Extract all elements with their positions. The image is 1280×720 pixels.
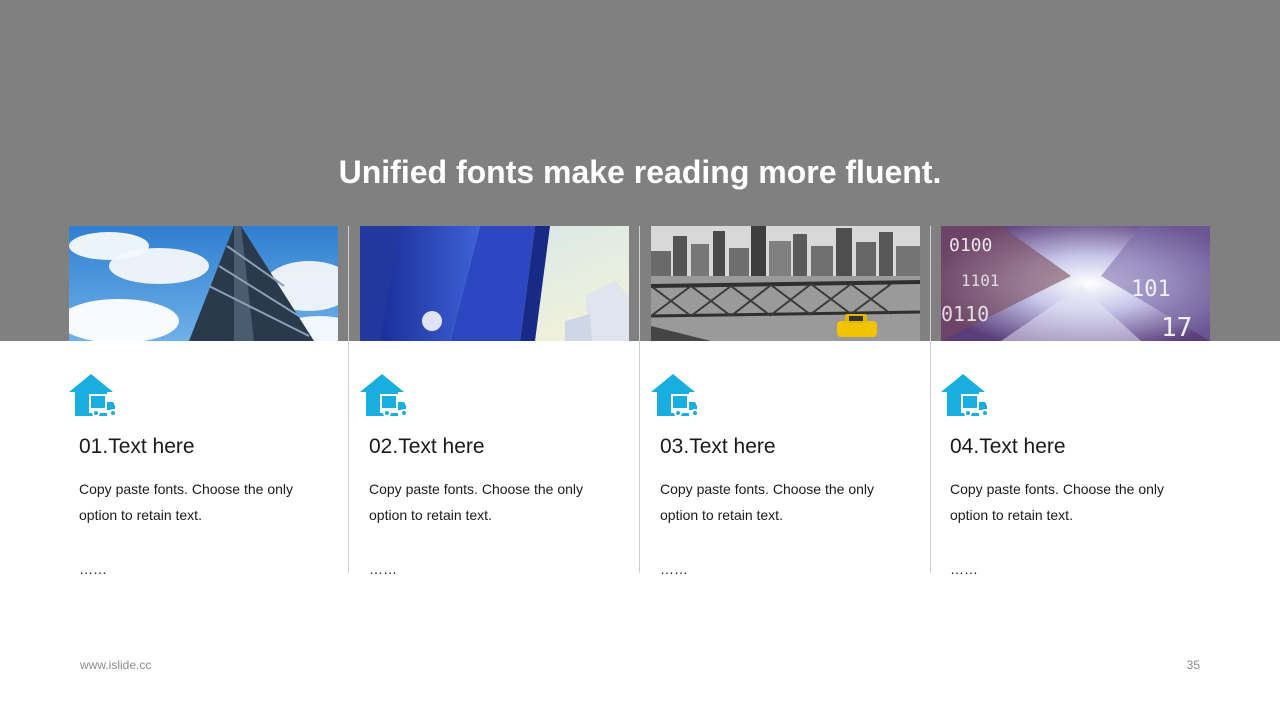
warehouse-truck-icon	[651, 372, 707, 418]
card-body: Copy paste fonts. Choose the only option…	[79, 481, 294, 523]
card-body: Copy paste fonts. Choose the only option…	[660, 481, 875, 523]
page-number: 35	[1186, 658, 1200, 672]
warehouse-truck-icon	[69, 372, 125, 418]
photo-digital-tunnel: 0100 1101 0110 101 17	[941, 226, 1210, 341]
slide-title: Unified fonts make reading more fluent.	[338, 154, 942, 190]
svg-text:17: 17	[1161, 313, 1192, 341]
column-divider	[348, 226, 349, 573]
warehouse-truck-icon	[941, 372, 997, 418]
card-heading: 03.Text here	[660, 435, 776, 458]
warehouse-truck-icon	[360, 372, 416, 418]
photo-bridge-taxi	[651, 226, 920, 341]
card-ellipsis: ……	[79, 561, 107, 577]
card-heading: 02.Text here	[369, 435, 485, 458]
card-ellipsis: ……	[950, 561, 978, 577]
card-body: Copy paste fonts. Choose the only option…	[369, 481, 584, 523]
column-divider	[639, 226, 640, 573]
svg-text:1101: 1101	[961, 271, 1000, 290]
column-divider	[930, 226, 931, 573]
svg-text:0100: 0100	[949, 235, 992, 256]
footer-url: www.islide.cc	[80, 658, 152, 672]
svg-text:101: 101	[1131, 277, 1171, 302]
photo-blue-skyscrapers	[360, 226, 629, 341]
svg-text:0110: 0110	[941, 302, 989, 326]
card-heading: 01.Text here	[79, 435, 195, 458]
card-ellipsis: ……	[369, 561, 397, 577]
card-ellipsis: ……	[660, 561, 688, 577]
photo-glass-tower	[69, 226, 338, 341]
card-body: Copy paste fonts. Choose the only option…	[950, 481, 1165, 523]
card-heading: 04.Text here	[950, 435, 1066, 458]
